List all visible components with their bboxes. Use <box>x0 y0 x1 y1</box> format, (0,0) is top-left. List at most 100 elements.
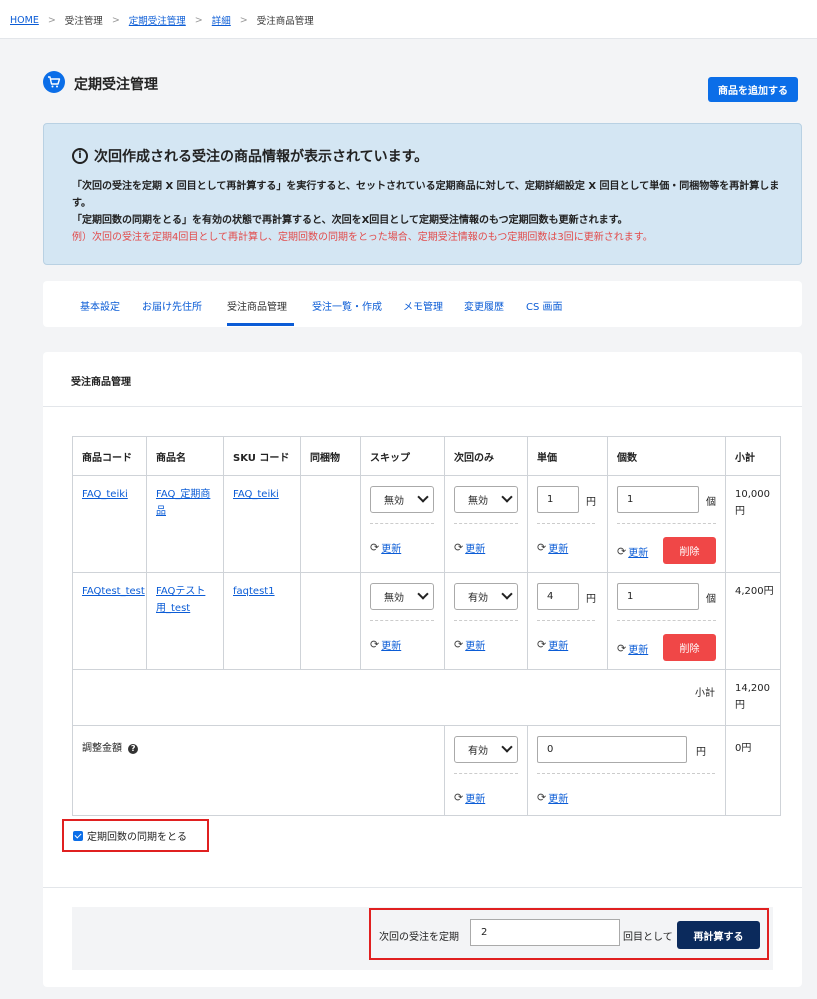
product-code-link[interactable]: FAQtest_test <box>73 573 146 600</box>
unit-price-input[interactable]: 1 <box>537 486 579 513</box>
breadcrumb: HOME > 受注管理 > 定期受注管理 > 詳細 > 受注商品管理 <box>10 13 314 28</box>
table-header-row: 商品コード 商品名 SKU コード 同梱物 スキップ 次回のみ 単価 個数 小計 <box>72 436 781 476</box>
breadcrumb-separator: > <box>239 14 248 26</box>
sku-code-link[interactable]: faqtest1 <box>224 573 300 600</box>
next-only-update-link[interactable]: 更新 <box>465 637 485 652</box>
breadcrumb-current: 受注商品管理 <box>256 16 314 27</box>
next-only-select-value: 無効 <box>468 496 488 507</box>
help-icon[interactable]: ? <box>128 744 139 754</box>
adjustment-status-update[interactable]: ⟳ 更新 <box>454 790 485 805</box>
next-only-select[interactable]: 無効 <box>454 486 518 513</box>
tab-cs-screen[interactable]: CS 画面 <box>526 298 563 313</box>
next-only-select-value: 有効 <box>468 593 488 604</box>
recalculate-button[interactable]: 再計算する <box>677 921 760 949</box>
quantity-input[interactable]: 1 <box>617 583 699 610</box>
recalc-panel: 次回の受注を定期 2 回目として 再計算する <box>369 908 769 960</box>
adjustment-amount-input[interactable]: 0 <box>537 736 687 763</box>
yen-unit: 円 <box>586 497 596 508</box>
breadcrumb-detail[interactable]: 詳細 <box>212 13 231 27</box>
next-only-update[interactable]: ⟳ 更新 <box>454 637 485 652</box>
skip-update-link[interactable]: 更新 <box>381 637 401 652</box>
product-name-link[interactable]: FAQテスト用_test <box>147 573 223 617</box>
next-only-update-link[interactable]: 更新 <box>465 540 485 555</box>
divider <box>617 523 716 524</box>
quantity-update[interactable]: ⟳ 更新 <box>617 544 648 559</box>
adjustment-label: 調整金額 <box>82 743 122 754</box>
unit-price-update[interactable]: ⟳ 更新 <box>537 540 568 555</box>
refresh-icon: ⟳ <box>454 638 464 651</box>
tab-memo[interactable]: メモ管理 <box>403 298 443 313</box>
quantity-update[interactable]: ⟳ 更新 <box>617 641 648 656</box>
unit-price-update-link[interactable]: 更新 <box>548 637 568 652</box>
tab-delivery-address[interactable]: お届け先住所 <box>142 298 202 313</box>
adjustment-value: 0円 <box>735 743 752 754</box>
row-subtotal: 10,000円 <box>735 489 770 517</box>
header-next-only: 次回のみ <box>444 436 528 476</box>
breadcrumb-separator: > <box>111 14 120 26</box>
unit-price-update-link[interactable]: 更新 <box>548 540 568 555</box>
tab-basic-settings[interactable]: 基本設定 <box>80 298 120 313</box>
adjustment-row: 調整金額 ? 有効 ⟳ 更新 0 円 ⟳ 更新 0円 <box>72 725 781 816</box>
unit-price-input[interactable]: 4 <box>537 583 579 610</box>
divider <box>617 620 716 621</box>
header-product-name: 商品名 <box>146 436 224 476</box>
subtotal-label: 小計 <box>695 688 715 699</box>
active-tab-indicator <box>227 323 294 326</box>
info-example: 例）次回の受注を定期4回目として再計算し、定期回数の同期をとった場合、定期受注情… <box>72 232 653 243</box>
header-bundle: 同梱物 <box>300 436 361 476</box>
header-product-code: 商品コード <box>72 436 147 476</box>
breadcrumb-order-management: 受注管理 <box>64 16 103 27</box>
top-bar: HOME > 受注管理 > 定期受注管理 > 詳細 > 受注商品管理 <box>0 0 817 39</box>
add-product-button[interactable]: 商品を追加する <box>708 77 798 102</box>
tab-history[interactable]: 変更履歴 <box>464 298 504 313</box>
delete-button[interactable]: 削除 <box>663 634 716 661</box>
adjustment-label-cell: 調整金額 ? <box>72 725 445 816</box>
tab-order-products[interactable]: 受注商品管理 <box>227 298 287 313</box>
order-products-card: 受注商品管理 商品コード 商品名 SKU コード 同梱物 スキップ 次回のみ 単… <box>43 352 802 987</box>
sync-count-checkbox[interactable]: 定期回数の同期をとる <box>62 819 209 852</box>
skip-update[interactable]: ⟳ 更新 <box>370 540 401 555</box>
subtotal-label-cell: 小計 <box>72 669 726 726</box>
adjustment-amount-update-link[interactable]: 更新 <box>548 790 568 805</box>
next-only-update[interactable]: ⟳ 更新 <box>454 540 485 555</box>
header-skip: スキップ <box>360 436 445 476</box>
skip-select[interactable]: 無効 <box>370 486 434 513</box>
skip-select[interactable]: 無効 <box>370 583 434 610</box>
chevron-down-icon <box>417 491 429 503</box>
refresh-icon: ⟳ <box>370 638 380 651</box>
skip-update[interactable]: ⟳ 更新 <box>370 637 401 652</box>
info-title: i 次回作成される受注の商品情報が表示されています。 <box>72 146 428 166</box>
delete-button[interactable]: 削除 <box>663 537 716 564</box>
divider <box>537 523 595 524</box>
quantity-input[interactable]: 1 <box>617 486 699 513</box>
yen-unit: 円 <box>586 594 596 605</box>
breadcrumb-subscription-management[interactable]: 定期受注管理 <box>129 13 186 27</box>
divider <box>454 773 518 774</box>
adjustment-status-select[interactable]: 有効 <box>454 736 518 763</box>
refresh-icon: ⟳ <box>617 545 627 558</box>
unit-price-update[interactable]: ⟳ 更新 <box>537 637 568 652</box>
recalc-count-input[interactable]: 2 <box>470 919 620 946</box>
header-subtotal: 小計 <box>725 436 781 476</box>
header-unit-price: 単価 <box>527 436 608 476</box>
checkbox-checked-icon[interactable] <box>73 830 83 841</box>
divider <box>43 887 802 888</box>
bundle-cell <box>300 475 361 573</box>
product-code-link[interactable]: FAQ_teiki <box>73 476 146 503</box>
pieces-unit: 個 <box>706 497 716 508</box>
quantity-update-link[interactable]: 更新 <box>628 544 648 559</box>
skip-update-link[interactable]: 更新 <box>381 540 401 555</box>
sku-code-link[interactable]: FAQ_teiki <box>224 476 300 503</box>
header-sku-code: SKU コード <box>223 436 301 476</box>
refresh-icon: ⟳ <box>370 541 380 554</box>
product-name-link[interactable]: FAQ_定期商品 <box>147 476 223 520</box>
next-only-select[interactable]: 有効 <box>454 583 518 610</box>
breadcrumb-separator: > <box>47 14 56 26</box>
tab-order-list[interactable]: 受注一覧・作成 <box>312 298 382 313</box>
adjustment-amount-update[interactable]: ⟳ 更新 <box>537 790 568 805</box>
quantity-update-link[interactable]: 更新 <box>628 641 648 656</box>
breadcrumb-home[interactable]: HOME <box>10 15 39 26</box>
adjustment-status-update-link[interactable]: 更新 <box>465 790 485 805</box>
tab-bar: 基本設定 お届け先住所 受注商品管理 受注一覧・作成 メモ管理 変更履歴 CS … <box>43 281 802 327</box>
chevron-down-icon <box>417 588 429 600</box>
